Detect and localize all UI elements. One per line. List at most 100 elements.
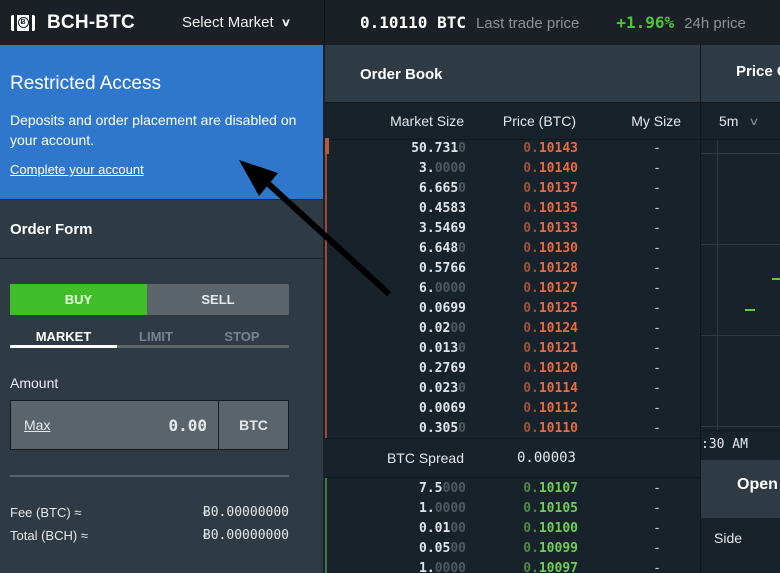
size-value: 3. [419, 160, 435, 176]
size-padding: 0000 [434, 160, 466, 176]
size-padding: 00 [450, 540, 466, 556]
market-size: 0.0130 [327, 341, 466, 356]
price-prefix: 0. [523, 500, 539, 516]
restricted-message: Deposits and order placement are disable… [10, 112, 297, 148]
price-prefix: 0. [523, 560, 539, 573]
col-my-size: My Size [631, 113, 681, 129]
spread-label: BTC Spread [386, 450, 464, 466]
order-book-row[interactable]: 6.6480 0.10130- [327, 238, 700, 258]
tab-market[interactable]: MARKET [10, 329, 117, 345]
price-prefix: 0. [523, 200, 539, 216]
order-book-row[interactable]: 0.0230 0.10114- [327, 378, 700, 398]
size-padding: 0 [458, 340, 466, 356]
restricted-title: Restricted Access [10, 73, 161, 94]
order-book-row[interactable]: 0.5766 0.10128- [327, 258, 700, 278]
order-book-row[interactable]: 0.3050 0.10110- [327, 418, 700, 438]
order-book-row[interactable]: 6.0000 0.10127- [327, 278, 700, 298]
market-size: 0.0699 [327, 301, 466, 316]
size-padding: 0 [458, 180, 466, 196]
size-padding: 00 [450, 320, 466, 336]
select-market-dropdown[interactable]: Select Market ∨ [182, 14, 291, 31]
size-value: 0.023 [419, 380, 459, 396]
my-size: - [653, 300, 661, 316]
order-book-row[interactable]: 1.0000 0.10105- [327, 498, 700, 518]
size-value: 0.013 [419, 340, 459, 356]
order-book-row[interactable]: 7.5000 0.10107- [327, 478, 700, 498]
price: 0.10114 [466, 381, 578, 396]
price-value: 10110 [538, 420, 578, 436]
market-size: 0.0500 [327, 541, 466, 556]
price-prefix: 0. [523, 340, 539, 356]
price: 0.10143 [466, 141, 578, 156]
market-size: 0.3050 [327, 421, 466, 436]
tab-limit[interactable]: LIMIT [117, 329, 195, 345]
size-value: 50.731 [411, 140, 459, 156]
order-book-row[interactable]: 0.2769 0.10120- [327, 358, 700, 378]
order-book-row[interactable]: 0.4583 0.10135- [327, 198, 700, 218]
market-size: 0.2769 [327, 361, 466, 376]
grid-line [701, 244, 780, 245]
price-value: 10133 [538, 220, 578, 236]
sell-button[interactable]: SELL [147, 284, 289, 315]
order-book-row[interactable]: 50.7310 0.10143 - [327, 138, 700, 158]
price-value: 10107 [538, 480, 578, 496]
my-size: - [653, 380, 661, 396]
price-chart[interactable] [701, 140, 780, 430]
amount-value[interactable]: 0.00 [168, 416, 207, 435]
price: 0.10128 [466, 261, 578, 276]
time-axis-label: :30 AM [701, 430, 780, 460]
last-trade-price-label: Last trade price [475, 15, 580, 32]
fee-row: Fee (BTC) ≈ Ƀ0.00000000 [10, 501, 289, 524]
max-button[interactable]: Max [24, 417, 50, 433]
size-padding: 0000 [434, 560, 466, 573]
interval-select[interactable]: 5m ∨ [701, 103, 780, 140]
amount-input[interactable]: Max 0.00 [11, 401, 219, 449]
price-prefix: 0. [523, 260, 539, 276]
asks-list: 50.7310 0.10143-3.0000 0.10140-6.6650 0.101… [325, 138, 700, 438]
order-book-row[interactable]: 6.6650 0.10137- [327, 178, 700, 198]
price-prefix: 0. [523, 320, 539, 336]
price-prefix: 0. [523, 280, 539, 296]
bids-list: 7.5000 0.10107-1.0000 0.10105-0.0100 0.1010… [325, 478, 700, 573]
my-size: - [653, 140, 661, 156]
order-book-header: Market Size Price (BTC) My Size [325, 103, 700, 140]
size-padding: 0 [458, 420, 466, 436]
market-size: 50.7310 [327, 141, 466, 156]
col-side: Side [714, 530, 743, 546]
active-tab-indicator [10, 345, 117, 348]
price-prefix: 0. [523, 540, 539, 556]
order-book-row[interactable]: 1.0000 0.10097- [327, 558, 700, 573]
amount-label: Amount [10, 375, 59, 391]
change-24h: +1.96% [616, 13, 675, 32]
tab-stop[interactable]: STOP [195, 329, 289, 345]
market-size: 0.5766 [327, 261, 466, 276]
price: 0.10099 [466, 541, 578, 556]
order-book-row[interactable]: 0.0069 0.10112- [327, 398, 700, 418]
order-book-row[interactable]: 3.5469 0.10133- [327, 218, 700, 238]
grid-line-vertical [717, 140, 718, 430]
order-book-row[interactable]: 0.0699 0.10125- [327, 298, 700, 318]
order-book-row[interactable]: 0.0500 0.10099- [327, 538, 700, 558]
size-value: 1. [419, 560, 435, 573]
order-book-row[interactable]: 0.0100 0.10100- [327, 518, 700, 538]
my-size: - [653, 160, 661, 176]
buy-button[interactable]: BUY [10, 284, 147, 315]
market-size: 1.0000 [327, 501, 466, 516]
interval-value: 5m [719, 113, 739, 129]
order-book-row[interactable]: 0.0130 0.10121- [327, 338, 700, 358]
order-book-row[interactable]: 3.0000 0.10140 - [327, 158, 700, 178]
size-value: 6.665 [419, 180, 459, 196]
size-padding: 0 [458, 140, 466, 156]
price-value: 10121 [538, 340, 578, 356]
market-size: 0.0200 [327, 321, 466, 336]
price-value: 10100 [538, 520, 578, 536]
size-value: 0.0699 [419, 300, 466, 316]
price-value: 10137 [538, 180, 578, 196]
my-size: - [653, 200, 661, 216]
complete-account-link[interactable]: Complete your account [10, 162, 144, 177]
price: 0.10135 [466, 201, 578, 216]
price-prefix: 0. [523, 300, 539, 316]
price: 0.10140 [466, 161, 578, 176]
last-trade-price: 0.10110 BTC [360, 13, 466, 32]
order-book-row[interactable]: 0.0200 0.10124- [327, 318, 700, 338]
